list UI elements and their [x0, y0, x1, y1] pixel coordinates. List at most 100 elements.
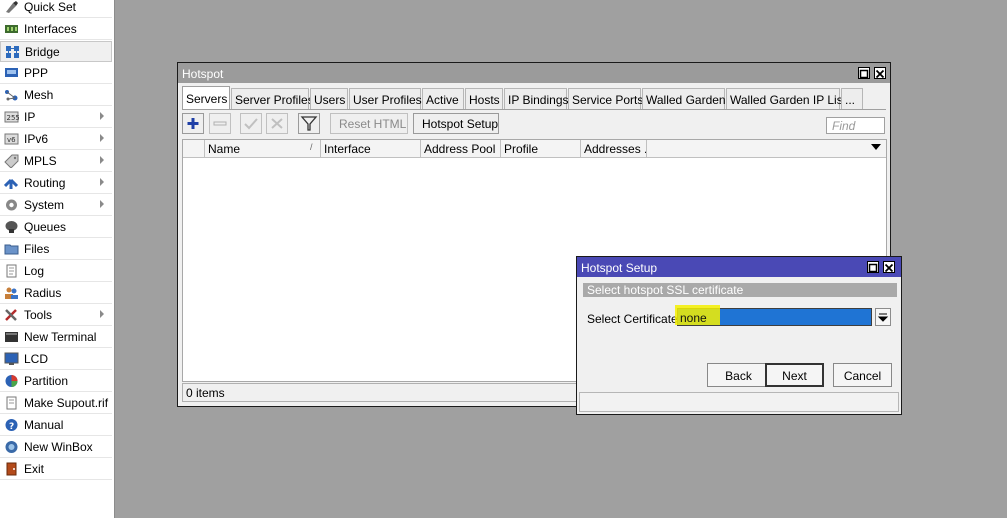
hotspot-setup-button[interactable]: Hotspot Setup	[413, 113, 499, 134]
sidebar-item-ppp[interactable]: PPP	[0, 63, 112, 84]
tab-walled-garden-ip-list[interactable]: Walled Garden IP List	[726, 88, 846, 110]
sidebar-item-tools[interactable]: Tools	[0, 305, 112, 326]
sidebar-item-make-supout[interactable]: Make Supout.rif	[0, 393, 112, 414]
tab-active[interactable]: Active	[422, 88, 464, 110]
find-input[interactable]: Find	[826, 117, 885, 134]
supout-icon	[6, 396, 17, 410]
tab-servers[interactable]: Servers	[182, 86, 230, 110]
sidebar-item-mesh[interactable]: Mesh	[0, 85, 112, 106]
sidebar-item-label: Bridge	[25, 45, 60, 59]
enable-button[interactable]	[240, 113, 262, 134]
sidebar-item-interfaces[interactable]: Interfaces	[0, 19, 112, 40]
sidebar-item-label: Mesh	[24, 88, 54, 102]
sidebar-item-ipv6[interactable]: v6 IPv6	[0, 129, 112, 150]
dialog-status-bar	[579, 392, 899, 412]
sidebar-item-label: IP	[24, 110, 36, 124]
sidebar-item-system[interactable]: System	[0, 195, 112, 216]
mesh-icon	[5, 90, 18, 101]
window-title: Hotspot	[182, 67, 224, 81]
close-button[interactable]	[883, 261, 895, 273]
certificate-select[interactable]: none	[675, 305, 872, 326]
column-header-name[interactable]: Name /	[205, 140, 321, 157]
reset-html-button[interactable]: Reset HTML	[330, 113, 408, 134]
dialog-titlebar[interactable]: Hotspot Setup	[577, 257, 901, 277]
sidebar-item-bridge[interactable]: Bridge	[0, 41, 112, 62]
exit-icon	[6, 462, 17, 476]
maximize-button[interactable]	[858, 67, 870, 79]
close-button[interactable]	[874, 67, 886, 79]
sidebar-item-lcd[interactable]: LCD	[0, 349, 112, 370]
back-button[interactable]: Back	[707, 363, 770, 387]
tab-walled-garden[interactable]: Walled Garden	[642, 88, 726, 110]
column-header-address-pool[interactable]: Address Pool	[421, 140, 501, 157]
tab-service-ports[interactable]: Service Ports	[568, 88, 643, 110]
reset-html-label: Reset HTML	[339, 117, 407, 131]
sidebar-item-queues[interactable]: Queues	[0, 217, 112, 238]
sidebar-item-label: System	[24, 198, 65, 212]
sidebar-item-files[interactable]: Files	[0, 239, 112, 260]
sidebar-item-label: Routing	[24, 176, 66, 190]
tab-users[interactable]: Users	[310, 88, 348, 110]
sidebar-item-log[interactable]: Log	[0, 261, 112, 282]
column-header-profile[interactable]: Profile	[501, 140, 581, 157]
tab-ip-bindings[interactable]: IP Bindings	[504, 88, 569, 110]
sidebar-item-mpls[interactable]: MPLS	[0, 151, 112, 172]
sidebar-item-routing[interactable]: Routing	[0, 173, 112, 194]
submenu-arrow-icon	[100, 178, 104, 186]
sidebar-item-new-winbox[interactable]: New WinBox	[0, 437, 112, 458]
cancel-button[interactable]: Cancel	[833, 363, 892, 387]
sidebar-item-label: Partition	[24, 374, 69, 388]
filter-icon	[300, 116, 318, 131]
sidebar-item-ip[interactable]: 255 IP	[0, 107, 112, 128]
remove-button[interactable]	[209, 113, 231, 134]
filter-button[interactable]	[298, 113, 320, 134]
item-count: 0 items	[186, 386, 225, 400]
tab-user-profiles[interactable]: User Profiles	[349, 88, 422, 110]
next-button[interactable]: Next	[765, 363, 824, 387]
minus-icon	[213, 121, 227, 126]
sidebar-item-label: Queues	[24, 220, 67, 234]
routing-icon	[4, 178, 19, 189]
sidebar-item-label: New Terminal	[24, 330, 97, 344]
certificate-label: Select Certificate:	[587, 312, 682, 326]
svg-text:?: ?	[9, 422, 14, 432]
tab-server-profiles[interactable]: Server Profiles	[231, 88, 314, 110]
window-titlebar[interactable]: Hotspot	[178, 63, 890, 83]
sidebar-item-label: Exit	[24, 462, 45, 476]
sidebar-item-exit[interactable]: Exit	[0, 459, 112, 480]
manual-icon: ?	[5, 419, 18, 432]
column-header-addresses[interactable]: Addresses ...	[581, 140, 647, 157]
tools-icon	[5, 309, 17, 321]
sidebar-item-new-terminal[interactable]: New Terminal	[0, 327, 112, 348]
mpls-icon	[4, 154, 19, 168]
system-icon	[6, 199, 17, 211]
maximize-icon	[868, 263, 878, 273]
sidebar-item-partition[interactable]: Partition	[0, 371, 112, 392]
check-icon	[244, 118, 258, 130]
svg-text:v6: v6	[7, 136, 16, 144]
sidebar-item-manual[interactable]: ? Manual	[0, 415, 112, 436]
sidebar-item-quick-set[interactable]: Quick Set	[0, 0, 112, 18]
terminal-icon	[5, 332, 18, 342]
sidebar-item-label: Make Supout.rif	[24, 396, 109, 410]
maximize-button[interactable]	[867, 261, 879, 273]
log-icon	[6, 264, 17, 278]
lcd-icon	[4, 352, 19, 365]
column-menu-dropdown-icon[interactable]	[871, 144, 881, 150]
certificate-dropdown-button[interactable]	[875, 308, 891, 326]
sidebar-item-label: Tools	[24, 308, 53, 322]
tab-hosts[interactable]: Hosts	[465, 88, 503, 110]
tab-divider	[182, 109, 886, 110]
disable-button[interactable]	[266, 113, 288, 134]
sidebar-item-label: Radius	[24, 286, 62, 300]
interfaces-icon	[5, 25, 18, 33]
sidebar-item-radius[interactable]: Radius	[0, 283, 112, 304]
sidebar-item-label: Interfaces	[24, 22, 77, 36]
queues-icon	[5, 221, 18, 233]
sidebar-item-label: IPv6	[24, 132, 49, 146]
column-header-interface[interactable]: Interface	[321, 140, 421, 157]
column-header-checkbox[interactable]	[183, 140, 205, 157]
close-icon	[875, 69, 885, 79]
tab-more[interactable]: ...	[841, 88, 863, 110]
add-button[interactable]	[182, 113, 204, 134]
